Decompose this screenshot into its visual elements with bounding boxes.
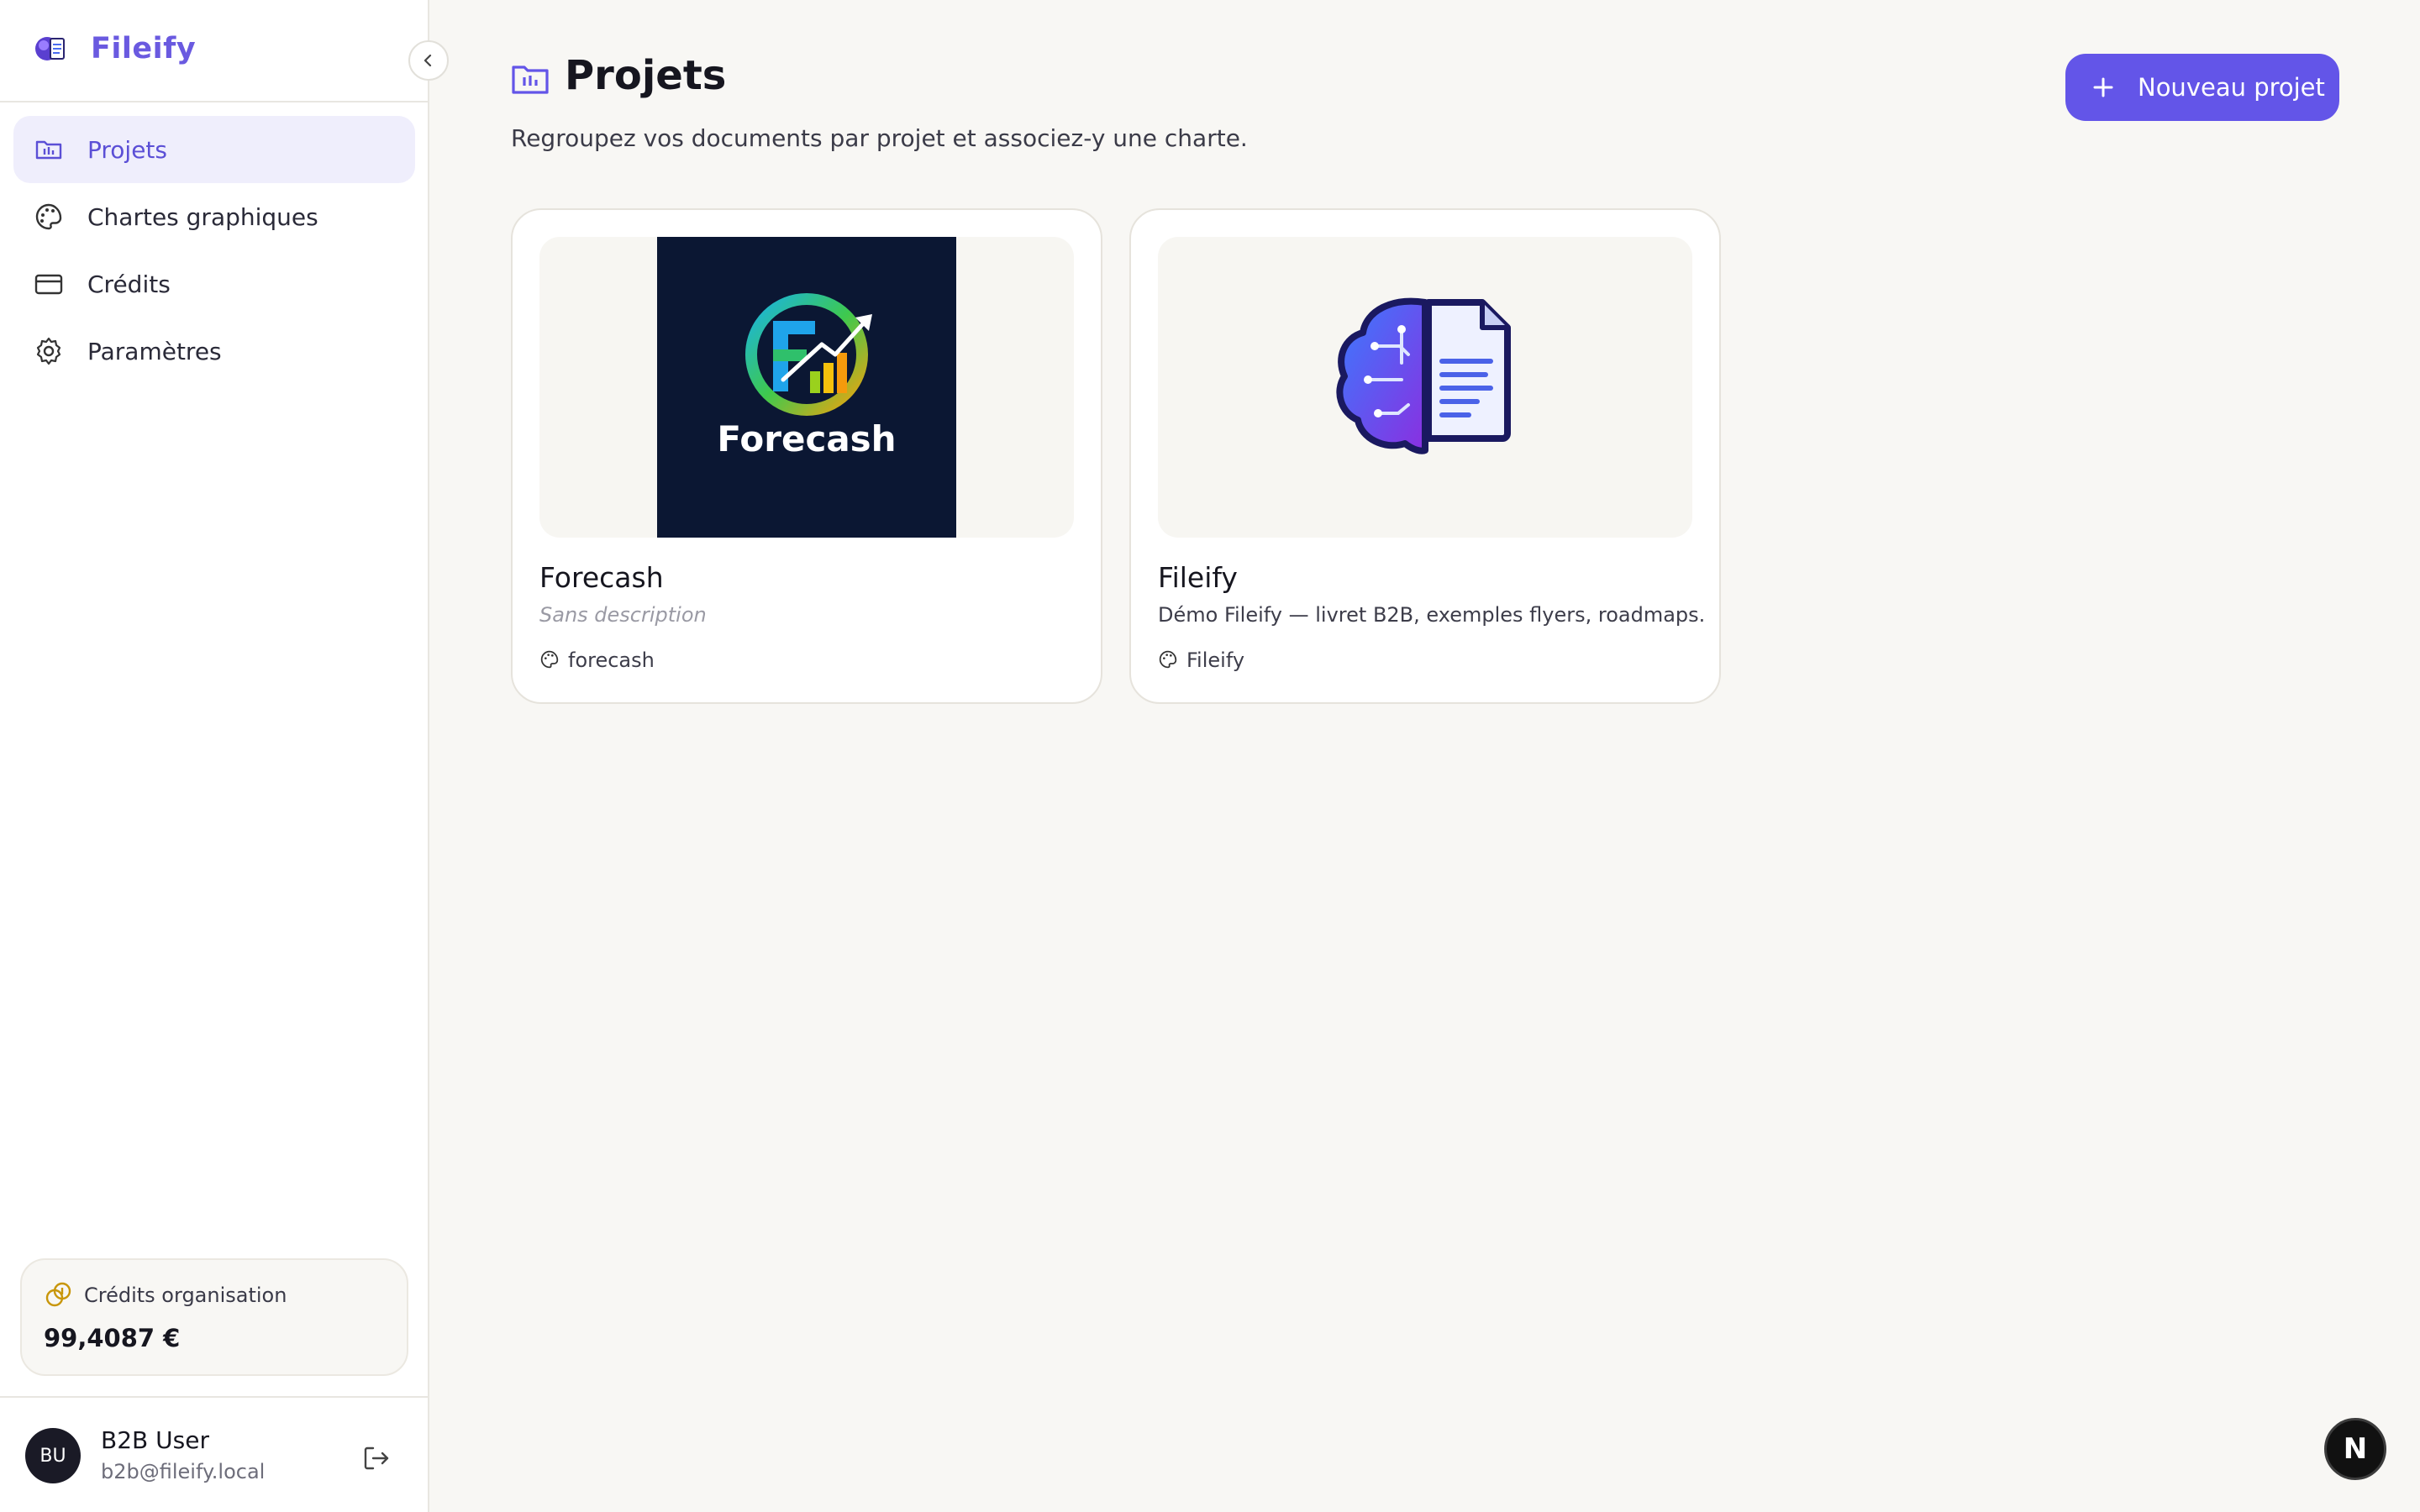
user-name: B2B User <box>101 1426 209 1454</box>
project-charter-label: forecash <box>568 648 655 672</box>
new-project-button[interactable]: Nouveau projet <box>2065 54 2339 121</box>
project-card-forecash[interactable]: Forecash Forecash Sans description forec… <box>511 208 1102 704</box>
credits-label: Crédits organisation <box>84 1284 287 1307</box>
page-subtitle: Regroupez vos documents par projet et as… <box>511 124 1248 152</box>
project-name: Forecash <box>539 561 664 594</box>
page-title: Projets <box>565 52 727 99</box>
fileify-logo-icon <box>35 37 65 60</box>
credits-value: 99,4087 € <box>44 1324 181 1352</box>
user-profile: BU B2B User b2b@fileify.local <box>0 1396 428 1512</box>
credit-card-icon <box>34 269 64 299</box>
sidebar-item-parametres[interactable]: Paramètres <box>13 318 415 385</box>
sidebar-item-label: Crédits <box>87 270 171 298</box>
user-email: b2b@fileify.local <box>101 1460 266 1483</box>
forecash-logo: Forecash <box>657 237 956 538</box>
palette-icon <box>539 649 561 671</box>
project-name: Fileify <box>1158 561 1238 594</box>
collapse-sidebar-button[interactable] <box>408 40 449 81</box>
project-description: Sans description <box>539 603 707 627</box>
folder-chart-icon <box>512 66 549 94</box>
forecash-logo-text: Forecash <box>717 418 897 459</box>
sidebar-item-credits[interactable]: Crédits <box>13 250 415 318</box>
brand-header: Fileify <box>0 0 428 102</box>
sidebar-item-label: Projets <box>87 135 167 164</box>
sidebar: Fileify Projets Chartes graphiques Crédi… <box>0 0 449 1512</box>
palette-icon <box>1158 649 1180 671</box>
project-description: Démo Fileify — livret B2B, exemples flye… <box>1158 603 1706 627</box>
plus-icon <box>2091 75 2116 100</box>
sidebar-item-projets[interactable]: Projets <box>13 116 415 183</box>
sidebar-item-label: Chartes graphiques <box>87 202 318 231</box>
sidebar-nav: Projets Chartes graphiques Crédits Param… <box>13 116 415 385</box>
palette-icon <box>34 202 64 232</box>
project-charter: forecash <box>539 648 655 672</box>
avatar[interactable]: BU <box>25 1428 81 1483</box>
project-charter-label: Fileify <box>1186 648 1245 672</box>
new-project-label: Nouveau projet <box>2138 73 2325 102</box>
project-charter: Fileify <box>1158 648 1244 672</box>
forecash-emblem-icon <box>745 293 872 416</box>
project-card-fileify[interactable]: Fileify Démo Fileify — livret B2B, exemp… <box>1129 208 1721 704</box>
project-thumbnail <box>1158 237 1692 538</box>
brain-document-logo-icon <box>1336 297 1511 454</box>
project-thumbnail: Forecash <box>539 237 1074 538</box>
gear-icon <box>34 336 64 366</box>
sidebar-item-chartes-graphiques[interactable]: Chartes graphiques <box>13 183 415 250</box>
folder-chart-icon <box>34 134 64 165</box>
organization-credits-card[interactable]: Crédits organisation 99,4087 € <box>20 1258 408 1376</box>
logout-icon[interactable] <box>360 1441 393 1475</box>
dev-tools-badge[interactable]: N <box>2324 1418 2386 1480</box>
chevron-left-icon <box>424 54 432 67</box>
coins-icon <box>45 1282 71 1307</box>
brand-name[interactable]: Fileify <box>91 32 196 66</box>
sidebar-item-label: Paramètres <box>87 337 222 365</box>
